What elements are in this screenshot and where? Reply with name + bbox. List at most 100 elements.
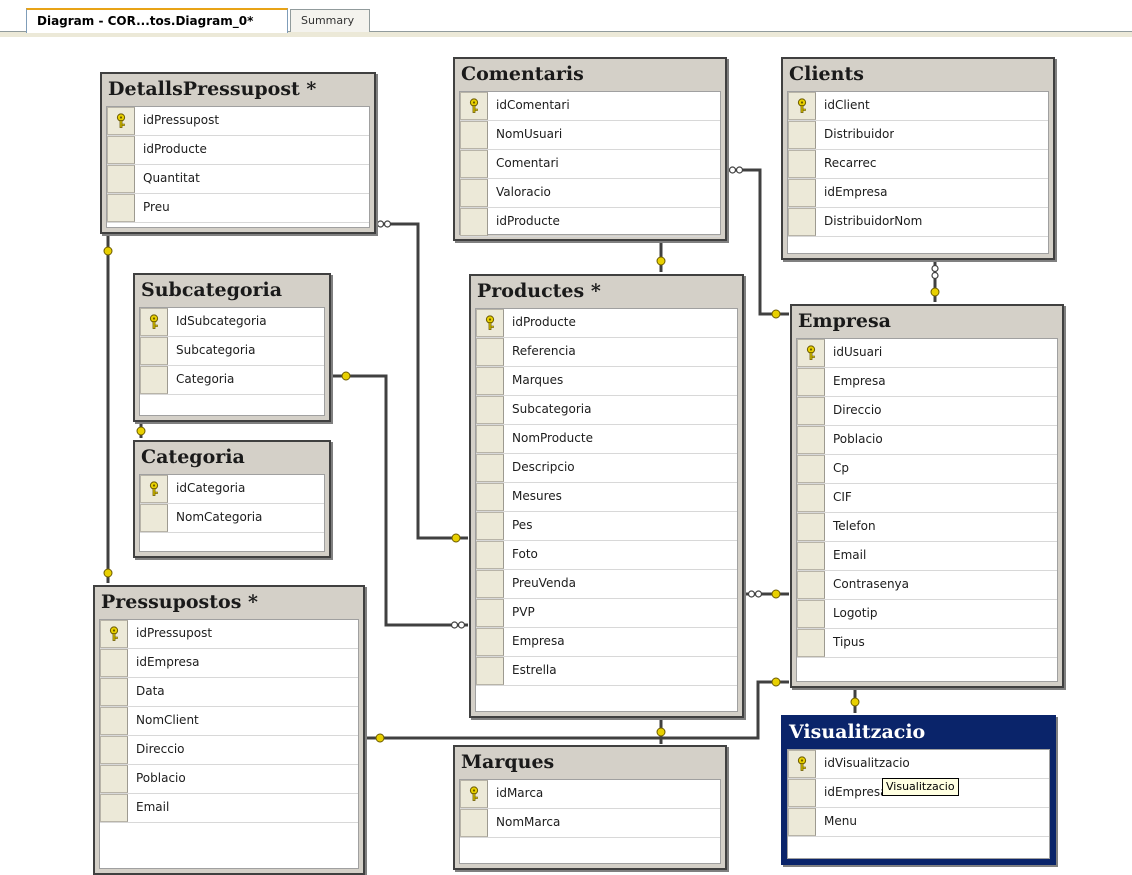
row-selector[interactable] xyxy=(100,794,128,822)
column-row[interactable]: Estrella xyxy=(476,657,737,686)
column-row[interactable]: Distribuidor xyxy=(788,121,1048,150)
column-row[interactable]: Menu xyxy=(788,808,1049,837)
column-row[interactable]: Descripcio xyxy=(476,454,737,483)
table-productes[interactable]: Productes * idProducte Referencia Marques S… xyxy=(469,274,744,718)
row-selector[interactable] xyxy=(476,425,504,453)
column-row[interactable]: Data xyxy=(100,678,358,707)
row-selector[interactable] xyxy=(460,179,488,207)
row-selector[interactable] xyxy=(100,707,128,735)
row-selector[interactable] xyxy=(797,455,825,483)
column-row[interactable]: Quantitat xyxy=(107,165,369,194)
table-detallspressupost[interactable]: DetallsPressupost * idPressupost idProduc… xyxy=(100,72,376,234)
column-row[interactable]: NomMarca xyxy=(460,809,720,838)
column-row[interactable]: NomUsuari xyxy=(460,121,720,150)
row-selector[interactable] xyxy=(788,150,816,178)
table-marques[interactable]: Marques idMarca NomMarca xyxy=(453,745,727,870)
row-selector[interactable] xyxy=(476,570,504,598)
column-row[interactable]: idEmpresa xyxy=(788,179,1048,208)
column-row[interactable]: Marques xyxy=(476,367,737,396)
row-selector[interactable] xyxy=(788,208,816,236)
row-selector[interactable] xyxy=(100,765,128,793)
column-row[interactable]: Cp xyxy=(797,455,1057,484)
tab-summary[interactable]: Summary xyxy=(290,9,370,32)
column-row[interactable]: Valoracio xyxy=(460,179,720,208)
column-row[interactable]: idClient xyxy=(788,92,1048,121)
row-selector[interactable] xyxy=(100,736,128,764)
column-row[interactable]: idProducte xyxy=(460,208,720,237)
column-row[interactable]: Preu xyxy=(107,194,369,223)
row-selector[interactable] xyxy=(476,367,504,395)
row-selector[interactable] xyxy=(476,599,504,627)
column-row[interactable]: idProducte xyxy=(107,136,369,165)
table-comentaris[interactable]: Comentaris idComentari NomUsuari Comentari… xyxy=(453,57,727,241)
column-row[interactable]: idProducte xyxy=(476,309,737,338)
row-selector[interactable] xyxy=(797,484,825,512)
column-row[interactable]: CIF xyxy=(797,484,1057,513)
column-row[interactable]: Subcategoria xyxy=(476,396,737,425)
column-row[interactable]: Poblacio xyxy=(100,765,358,794)
column-row[interactable]: idVisualitzacio xyxy=(788,750,1049,779)
row-selector[interactable] xyxy=(788,808,816,836)
table-clients[interactable]: Clients idClient Distribuidor Recarrec idEm… xyxy=(781,57,1055,260)
column-row[interactable]: Empresa xyxy=(797,368,1057,397)
column-row[interactable]: Telefon xyxy=(797,513,1057,542)
column-row[interactable]: Tipus xyxy=(797,629,1057,658)
row-selector[interactable] xyxy=(788,750,816,778)
row-selector[interactable] xyxy=(460,809,488,837)
table-categoria[interactable]: Categoria idCategoria NomCategoria xyxy=(133,440,331,558)
row-selector[interactable] xyxy=(797,426,825,454)
row-selector[interactable] xyxy=(100,678,128,706)
row-selector[interactable] xyxy=(797,629,825,657)
column-row[interactable]: Logotip xyxy=(797,600,1057,629)
column-row[interactable]: Pes xyxy=(476,512,737,541)
table-empresa[interactable]: Empresa idUsuari Empresa Direccio Poblacio C… xyxy=(790,304,1064,688)
column-row[interactable]: Contrasenya xyxy=(797,571,1057,600)
row-selector[interactable] xyxy=(788,779,816,807)
row-selector[interactable] xyxy=(797,600,825,628)
column-row[interactable]: DistribuidorNom xyxy=(788,208,1048,237)
row-selector[interactable] xyxy=(788,121,816,149)
column-row[interactable]: Referencia xyxy=(476,338,737,367)
column-row[interactable]: NomClient xyxy=(100,707,358,736)
row-selector[interactable] xyxy=(100,649,128,677)
table-subcategoria[interactable]: Subcategoria IdSubcategoria Subcategoria C… xyxy=(133,273,331,422)
diagram-canvas[interactable]: DetallsPressupost * idPressupost idProduc… xyxy=(0,36,1132,875)
row-selector[interactable] xyxy=(460,150,488,178)
row-selector[interactable] xyxy=(107,107,135,135)
column-row[interactable]: NomProducte xyxy=(476,425,737,454)
column-row[interactable]: idEmpresa xyxy=(100,649,358,678)
row-selector[interactable] xyxy=(788,92,816,120)
column-row[interactable]: Empresa xyxy=(476,628,737,657)
row-selector[interactable] xyxy=(460,92,488,120)
row-selector[interactable] xyxy=(788,179,816,207)
column-row[interactable]: Recarrec xyxy=(788,150,1048,179)
line-detalls-productes[interactable] xyxy=(378,222,468,540)
column-row[interactable]: PreuVenda xyxy=(476,570,737,599)
row-selector[interactable] xyxy=(460,208,488,236)
row-selector[interactable] xyxy=(797,542,825,570)
row-selector[interactable] xyxy=(140,504,168,532)
column-row[interactable]: Foto xyxy=(476,541,737,570)
row-selector[interactable] xyxy=(797,571,825,599)
column-row[interactable]: Comentari xyxy=(460,150,720,179)
row-selector[interactable] xyxy=(140,366,168,394)
column-row[interactable]: Subcategoria xyxy=(140,337,324,366)
row-selector[interactable] xyxy=(107,165,135,193)
column-row[interactable]: idPressupost xyxy=(100,620,358,649)
row-selector[interactable] xyxy=(476,396,504,424)
row-selector[interactable] xyxy=(107,136,135,164)
row-selector[interactable] xyxy=(476,454,504,482)
row-selector[interactable] xyxy=(460,780,488,808)
row-selector[interactable] xyxy=(476,338,504,366)
row-selector[interactable] xyxy=(476,512,504,540)
column-row[interactable]: IdSubcategoria xyxy=(140,308,324,337)
column-row[interactable]: PVP xyxy=(476,599,737,628)
column-row[interactable]: idUsuari xyxy=(797,339,1057,368)
row-selector[interactable] xyxy=(107,194,135,222)
column-row[interactable]: idCategoria xyxy=(140,475,324,504)
column-row[interactable]: idPressupost xyxy=(107,107,369,136)
tab-diagram[interactable]: Diagram - COR...tos.Diagram_0* xyxy=(26,8,288,33)
row-selector[interactable] xyxy=(476,657,504,685)
row-selector[interactable] xyxy=(460,121,488,149)
column-row[interactable]: idMarca xyxy=(460,780,720,809)
